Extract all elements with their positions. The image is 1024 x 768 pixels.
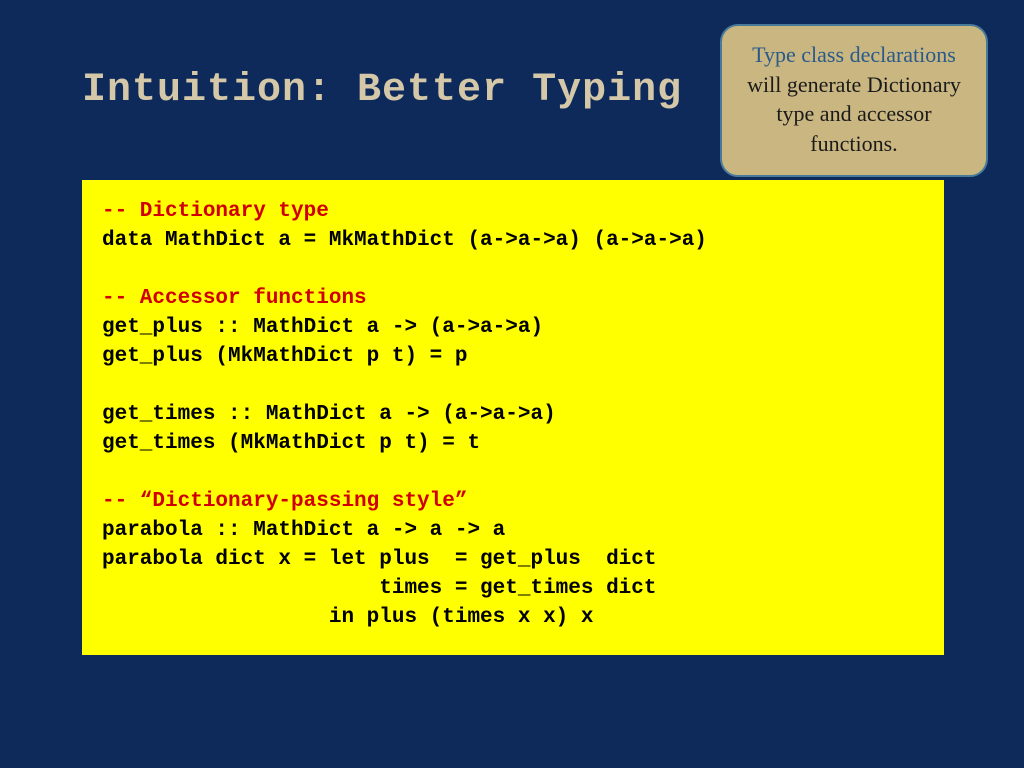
code-line-9: in plus (times x x) x: [102, 606, 593, 629]
code-comment-1: -- Dictionary type: [102, 200, 329, 223]
code-comment-3: -- “Dictionary-passing style”: [102, 490, 467, 513]
slide-title: Intuition: Better Typing: [82, 68, 682, 113]
code-line-5: get_times (MkMathDict p t) = t: [102, 432, 480, 455]
code-line-3: get_plus (MkMathDict p t) = p: [102, 345, 467, 368]
callout-box: Type class declarations will generate Di…: [720, 24, 988, 177]
callout-rest: will generate Dictionary type and access…: [747, 72, 961, 156]
code-line-2: get_plus :: MathDict a -> (a->a->a): [102, 316, 543, 339]
callout-emphasis-2: declarations: [850, 42, 956, 67]
code-line-4: get_times :: MathDict a -> (a->a->a): [102, 403, 556, 426]
code-block: -- Dictionary type data MathDict a = MkM…: [82, 180, 944, 655]
code-comment-2: -- Accessor functions: [102, 287, 367, 310]
code-line-6: parabola :: MathDict a -> a -> a: [102, 519, 505, 542]
callout-emphasis-1: Type class: [752, 42, 844, 67]
code-line-1: data MathDict a = MkMathDict (a->a->a) (…: [102, 229, 707, 252]
code-line-8: times = get_times dict: [102, 577, 657, 600]
code-line-7: parabola dict x = let plus = get_plus di…: [102, 548, 657, 571]
